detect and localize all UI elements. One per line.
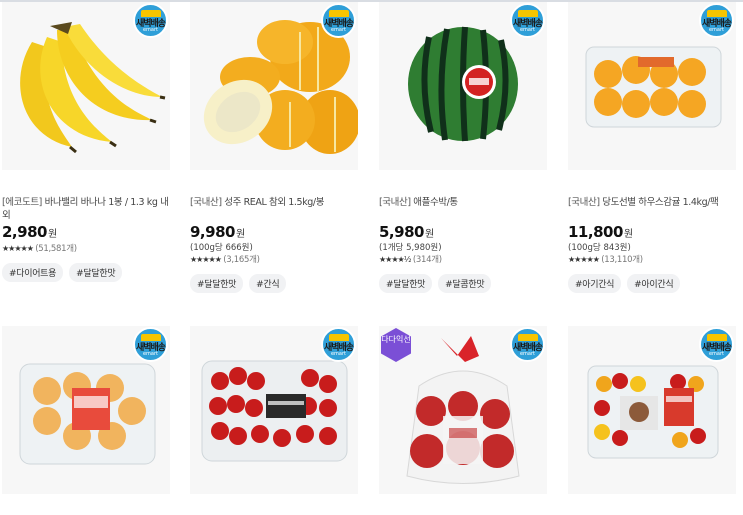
- product-card[interactable]: 새벽배송 emart: [190, 326, 358, 494]
- product-title[interactable]: [국내산] 애플수박/통: [379, 196, 547, 222]
- product-image-cherry-tomato[interactable]: 새벽배송 emart: [190, 326, 358, 494]
- tag-chip[interactable]: #달달한맛: [190, 274, 244, 293]
- product-card[interactable]: 새벽배송 emart [국내산] 성주 REAL 참외 1.5kg/봉 9,980…: [190, 2, 358, 293]
- product-image-melon[interactable]: 새벽배송 emart: [190, 2, 358, 170]
- product-image-mixed-tomato[interactable]: 새벽배송 emart: [568, 326, 736, 494]
- rating: ★★★★★ (51,581개): [2, 244, 77, 254]
- product-image-banana[interactable]: 새벽배송 emart: [2, 2, 170, 170]
- tag-chip[interactable]: #아이간식: [627, 274, 681, 293]
- price: 2,980원: [2, 223, 58, 241]
- product-image-plum[interactable]: 새벽배송 emart: [2, 326, 170, 494]
- rating: ★★★★★ (3,165개): [190, 255, 260, 265]
- rating: ★★★★★ (13,110개): [568, 255, 643, 265]
- product-card[interactable]: 새벽배송 emart: [2, 326, 170, 494]
- price: 9,980원: [190, 223, 246, 241]
- unit-price: (100g당 843원): [568, 243, 631, 253]
- tag-chip[interactable]: #달콤한맛: [438, 274, 492, 293]
- product-card[interactable]: 다다익선 새벽배송 emart: [379, 326, 547, 494]
- tag-chip[interactable]: #다이어트용: [2, 263, 64, 282]
- dawn-delivery-badge-icon: 새벽배송 emart: [510, 3, 545, 38]
- dawn-delivery-badge-icon: 새벽배송 emart: [510, 327, 545, 362]
- product-title[interactable]: [에코도트] 바나밸리 바나나 1봉 / 1.3 kg 내외: [2, 196, 170, 222]
- product-image-tangerine[interactable]: 새벽배송 emart: [568, 2, 736, 170]
- product-image-tomato-bag[interactable]: 다다익선 새벽배송 emart: [379, 326, 547, 494]
- dawn-delivery-badge-icon: 새벽배송 emart: [321, 327, 356, 362]
- price: 11,800원: [568, 223, 634, 241]
- star-icons: ★★★★★: [568, 255, 600, 264]
- tag-chip[interactable]: #아기간식: [568, 274, 622, 293]
- star-icons: ★★★★★: [2, 244, 34, 253]
- dawn-delivery-badge-icon: 새벽배송 emart: [133, 327, 168, 362]
- product-title[interactable]: [국내산] 당도선별 하우스감귤 1.4kg/팩: [568, 196, 736, 222]
- price: 5,980원: [379, 223, 435, 241]
- product-card[interactable]: 새벽배송 emart [에코도트] 바나밸리 바나나 1봉 / 1.3 kg 내외…: [2, 2, 170, 282]
- star-icons: ★★★★½: [379, 255, 411, 264]
- dawn-delivery-badge-icon: 새벽배송 emart: [133, 3, 168, 38]
- product-title[interactable]: [국내산] 성주 REAL 참외 1.5kg/봉: [190, 196, 358, 222]
- product-card[interactable]: 새벽배송 emart: [568, 326, 736, 494]
- unit-price: (100g당 666원): [190, 243, 253, 253]
- dawn-delivery-badge-icon: 새벽배송 emart: [699, 327, 734, 362]
- product-image-watermelon[interactable]: 새벽배송 emart: [379, 2, 547, 170]
- tag-chip[interactable]: #달달한맛: [379, 274, 433, 293]
- star-icons: ★★★★★: [190, 255, 222, 264]
- tag-chip[interactable]: #간식: [249, 274, 287, 293]
- dawn-delivery-badge-icon: 새벽배송 emart: [321, 3, 356, 38]
- unit-price: (1개당 5,980원): [379, 243, 442, 253]
- tag-chip[interactable]: #달달한맛: [69, 263, 123, 282]
- product-card[interactable]: 새벽배송 emart [국내산] 당도선별 하우스감귤 1.4kg/팩 11,80…: [568, 2, 736, 293]
- dawn-delivery-badge-icon: 새벽배송 emart: [699, 3, 734, 38]
- rating: ★★★★½ (314개): [379, 255, 442, 265]
- product-card[interactable]: 새벽배송 emart [국내산] 애플수박/통 5,980원 (1개당 5,980…: [379, 2, 547, 293]
